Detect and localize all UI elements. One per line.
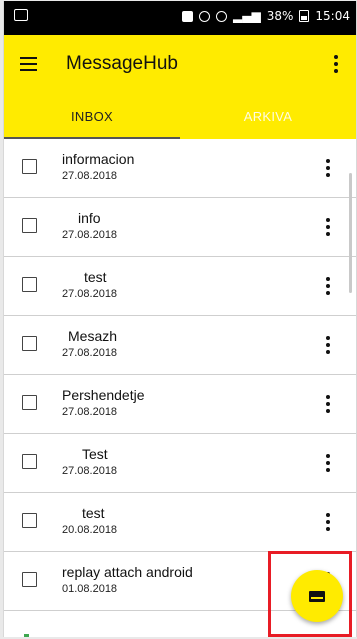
more-options-icon[interactable] — [322, 452, 334, 474]
select-checkbox[interactable] — [22, 218, 37, 233]
message-row[interactable]: test 27.08.2018 — [4, 257, 356, 316]
select-checkbox[interactable] — [22, 454, 37, 469]
select-checkbox[interactable] — [22, 572, 37, 587]
message-row[interactable]: informacion 27.08.2018 — [4, 139, 356, 198]
message-subject: replay attach android — [62, 564, 193, 580]
message-row[interactable]: Pershendetje 27.08.2018 — [4, 375, 356, 434]
message-row[interactable]: info 27.08.2018 — [4, 198, 356, 257]
message-list: informacion 27.08.2018 info 27.08.2018 t… — [4, 139, 356, 611]
message-subject: informacion — [62, 151, 135, 167]
scrollbar[interactable] — [349, 173, 352, 293]
signal-icon: ▂▄▆ — [233, 9, 261, 23]
more-options-icon[interactable] — [322, 334, 334, 356]
tab-arkiva[interactable]: ARKIVA — [180, 93, 356, 139]
more-options-icon[interactable] — [322, 216, 334, 238]
message-date: 27.08.2018 — [62, 406, 118, 418]
tab-bar: INBOX ARKIVA — [4, 93, 356, 139]
overflow-menu-icon[interactable] — [326, 51, 346, 77]
more-options-icon[interactable] — [322, 157, 334, 179]
mute-icon — [199, 10, 211, 22]
select-checkbox[interactable] — [22, 159, 37, 174]
message-date: 27.08.2018 — [62, 465, 118, 477]
clock: 15:04 — [315, 9, 350, 23]
more-options-icon[interactable] — [322, 511, 334, 533]
select-checkbox[interactable] — [22, 277, 37, 292]
message-subject: Test — [82, 446, 108, 462]
indicator-mark — [24, 634, 29, 637]
app-title: MessageHub — [66, 53, 178, 74]
message-row[interactable]: Mesazh 27.08.2018 — [4, 316, 356, 375]
app-bar: MessageHub — [4, 35, 356, 93]
select-checkbox[interactable] — [22, 513, 37, 528]
app-window: ▂▄▆ 38% 15:04 MessageHub INBOX ARKIVA in… — [3, 1, 357, 637]
battery-icon — [299, 10, 310, 22]
wifi-icon — [216, 10, 228, 22]
more-options-icon[interactable] — [322, 275, 334, 297]
alarm-icon — [182, 10, 194, 22]
message-date: 27.08.2018 — [62, 229, 118, 241]
select-checkbox[interactable] — [22, 336, 37, 351]
message-row[interactable]: test 20.08.2018 — [4, 493, 356, 552]
message-date: 27.08.2018 — [62, 170, 118, 182]
message-date: 20.08.2018 — [62, 524, 118, 536]
highlight-box — [268, 551, 352, 637]
message-row[interactable]: Test 27.08.2018 — [4, 434, 356, 493]
image-notification-icon — [14, 9, 28, 21]
battery-percent: 38% — [266, 9, 294, 23]
tab-inbox[interactable]: INBOX — [4, 93, 180, 139]
message-date: 27.08.2018 — [62, 347, 118, 359]
message-date: 01.08.2018 — [62, 583, 118, 595]
menu-icon[interactable] — [4, 35, 52, 93]
message-subject: Mesazh — [68, 328, 118, 344]
message-subject: info — [78, 210, 101, 226]
message-date: 27.08.2018 — [62, 288, 118, 300]
select-checkbox[interactable] — [22, 395, 37, 410]
message-subject: Pershendetje — [62, 387, 145, 403]
more-options-icon[interactable] — [322, 393, 334, 415]
message-subject: test — [84, 269, 107, 285]
message-subject: test — [82, 505, 105, 521]
status-bar: ▂▄▆ 38% 15:04 — [4, 1, 356, 35]
